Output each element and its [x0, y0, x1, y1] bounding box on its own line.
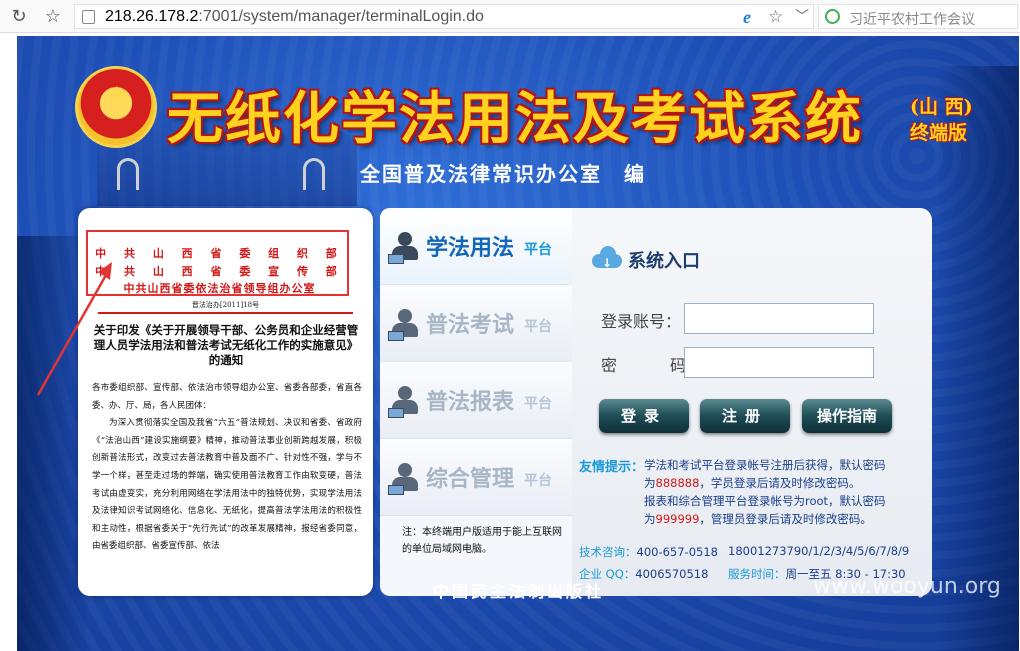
lion-statue-background [17, 236, 87, 651]
notice-salutation: 各市委组织部、宣传部、依法治市领导组办公室、省委各部委，省直各委、办、厅、局，各… [92, 383, 362, 411]
menu-item-study[interactable]: 学法用法 平台 [380, 208, 572, 285]
user-computer-icon [388, 232, 418, 264]
red-divider [98, 312, 353, 314]
register-button[interactable]: 注册 [700, 399, 790, 433]
search-box[interactable]: 习近平农村工作会议 [818, 4, 1018, 29]
address-bar[interactable]: 218.26.178.2:7001/system/manager/termina… [74, 4, 814, 29]
user-computer-icon [388, 386, 418, 418]
menu-item-label: 学法用法 [426, 236, 515, 261]
address-url[interactable]: 218.26.178.2:7001/system/manager/termina… [105, 8, 484, 26]
huabiao-pillar-background [939, 66, 1019, 651]
tip-text: ，管理员登录后请及时修改密码。 [699, 512, 872, 526]
tip-line: 为999999，管理员登录后请及时修改密码。 [644, 510, 872, 528]
tip-line: 报表和综合管理平台登录帐号为root，默认密码 [644, 494, 886, 508]
login-title: 系统入口 [628, 251, 700, 272]
notice-paragraph: 为深入贯彻落实全国及我省“六五”普法规划、决议和省委、省政府《“法治山西”建设实… [92, 418, 362, 552]
menu-item-label: 综合管理 [426, 467, 515, 492]
editor-label: 全国普及法律常识办公室 编 [360, 162, 646, 186]
password-label: 密 [601, 356, 642, 375]
menu-item-label: 普法报表 [426, 390, 515, 415]
hours-label: 服务时间： [728, 567, 786, 581]
default-password: 888888 [655, 476, 700, 490]
menu-item-admin[interactable]: 综合管理 平台 [380, 439, 572, 516]
support-mobiles: 18001273790/1/2/3/4/5/6/7/8/9 [728, 544, 909, 558]
support-phone: 400-657-0518 [636, 545, 718, 559]
search-icon [825, 9, 840, 24]
url-host: 218.26.178.2 [105, 8, 199, 25]
chevron-down-icon[interactable]: ﹀ [795, 6, 809, 26]
password-input[interactable] [684, 347, 874, 378]
menu-note: 注：本终端用户版适用于能上互联网的单位局域网电脑。 [402, 527, 562, 555]
account-label: 登录账号： [601, 312, 682, 331]
tip-text: 为 [644, 512, 656, 526]
bookmark-star-icon[interactable]: ☆ [42, 6, 64, 28]
cloud-icon: ↓ [592, 246, 622, 270]
login-button[interactable]: 登录 [599, 399, 689, 433]
notice-title: 关于印发《关于开展领导干部、公务员和企业经营管理人员学法用法和普法考试无纸化工作… [93, 323, 359, 367]
guide-button[interactable]: 操作指南 [802, 399, 892, 433]
shield-icon [82, 10, 95, 24]
notice-document: 中 共 山 西 省 委 组 织 部 中 共 山 西 省 委 宣 传 部 中共山西… [78, 208, 373, 596]
tip-text: ，学员登录后请及时修改密码。 [699, 476, 861, 490]
binder-ring-icon [303, 158, 325, 190]
issuing-org: 中 共 山 西 省 委 组 织 部 [95, 247, 344, 260]
tip-line: 学法和考试平台登录帐号注册后获得，默认密码 [644, 458, 886, 472]
login-panel: ↓ 系统入口 登录账号： 密 码： 登录 注册 操作指南 友情提示： 学法和考试… [572, 208, 932, 596]
publisher-label: 中国民主法制出版社 [433, 582, 605, 601]
menu-item-suffix: 平台 [524, 242, 552, 258]
platform-menu: 学法用法 平台 普法考试 平台 普法报表 平台 综合管理 平台 注：本终端用户版… [380, 208, 572, 596]
tip-text: 为 [644, 476, 656, 490]
document-number: 晋法治办[2011]18号 [191, 301, 260, 309]
issuing-orgs-box: 中 共 山 西 省 委 组 织 部 中 共 山 西 省 委 宣 传 部 中共山西… [86, 230, 349, 296]
support-label: 技术咨询： [579, 545, 637, 559]
user-computer-icon [388, 309, 418, 341]
default-password: 999999 [655, 512, 700, 526]
user-computer-icon [388, 463, 418, 495]
ie-mode-icon[interactable]: e [743, 7, 751, 28]
qq-number: 4006570518 [635, 567, 709, 581]
menu-item-suffix: 平台 [524, 396, 552, 412]
menu-item-suffix: 平台 [524, 319, 552, 335]
watermark: www.wooyun.org [813, 574, 1001, 599]
support-mobile-numbers: 18001273790/1/2/3/4/5/6/7/8/9 [728, 544, 910, 558]
refresh-icon[interactable]: ↻ [8, 6, 30, 28]
url-path: :7001/system/manager/terminalLogin.do [198, 8, 484, 25]
menu-item-suffix: 平台 [524, 473, 552, 489]
menu-item-exam[interactable]: 普法考试 平台 [380, 285, 572, 362]
menu-item-report[interactable]: 普法报表 平台 [380, 362, 572, 439]
menu-item-label: 普法考试 [426, 313, 515, 338]
tips-label: 友情提示： [579, 460, 645, 475]
search-input[interactable]: 习近平农村工作会议 [849, 9, 975, 29]
favorite-star-icon[interactable]: ☆ [768, 7, 783, 27]
notice-body: 各市委组织部、宣传部、依法治市领导组办公室、省委各部委，省直各委、办、厅、局，各… [92, 380, 362, 556]
tip-line: 为888888，学员登录后请及时修改密码。 [644, 474, 860, 492]
region-label: (山 西) [910, 96, 973, 118]
account-input[interactable] [684, 303, 874, 334]
version-label: 终端版 [910, 122, 968, 144]
issuing-org: 中 共 山 西 省 委 宣 传 部 [95, 265, 344, 278]
binder-ring-icon [117, 158, 139, 190]
issuing-org: 中共山西省委依法治省领导组办公室 [123, 282, 316, 295]
support-contact: 技术咨询：400-657-0518 [579, 544, 718, 560]
system-title: 无纸化学法用法及考试系统 [167, 86, 863, 152]
browser-toolbar: ↻ ☆ 218.26.178.2:7001/system/manager/ter… [0, 0, 1020, 33]
national-emblem-icon: ★ [75, 66, 157, 148]
